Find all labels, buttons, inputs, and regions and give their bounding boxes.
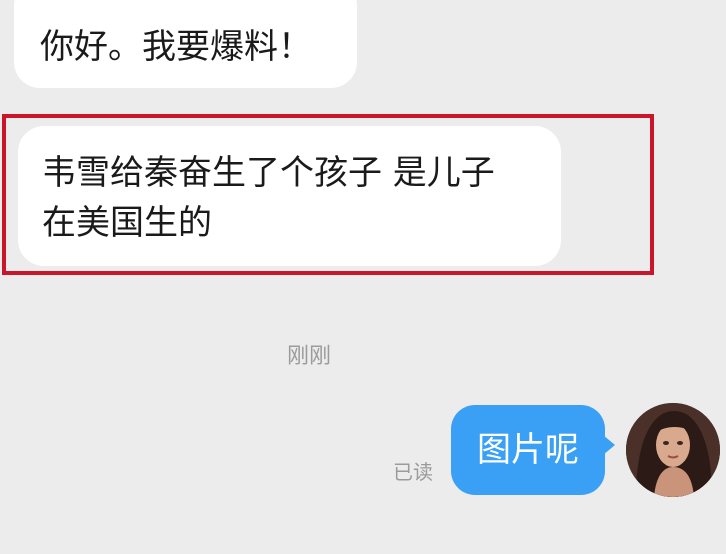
outgoing-message-bubble[interactable]: 图片呢 [451, 405, 615, 495]
user-avatar[interactable] [626, 403, 720, 497]
message-text-line-2: 在美国生的 [42, 203, 212, 243]
message-text: 你好。我要爆料！ [40, 27, 312, 67]
read-receipt: 已读 [393, 460, 433, 484]
message-text-line-1: 韦雪给秦奋生了个孩子 是儿子 [42, 153, 495, 193]
incoming-message-bubble-highlighted[interactable]: 韦雪给秦奋生了个孩子 是儿子 在美国生的 [18, 126, 561, 266]
chat-thread: 你好。我要爆料！ 韦雪给秦奋生了个孩子 是儿子 在美国生的 刚刚 已读 图片呢 [0, 0, 726, 554]
incoming-message-bubble[interactable]: 你好。我要爆料！ [14, 0, 357, 88]
message-text: 图片呢 [477, 430, 579, 470]
avatar-portrait-icon [626, 403, 720, 497]
message-timestamp: 刚刚 [286, 344, 331, 369]
